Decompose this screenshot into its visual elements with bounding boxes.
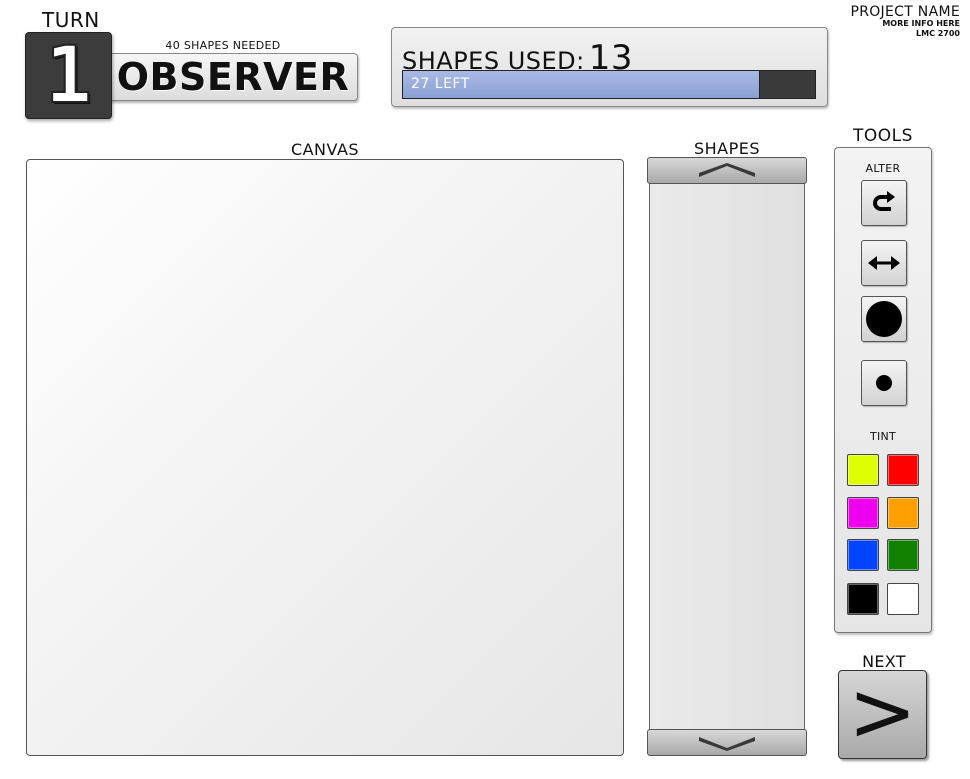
shapes-left-text: 27 LEFT: [411, 76, 470, 92]
role-name: OBSERVER: [116, 55, 350, 99]
shapes-scroll-down-button[interactable]: [647, 729, 807, 756]
turn-number: 1: [44, 30, 93, 121]
project-info-line: MORE INFO HERE: [882, 19, 960, 28]
turn-label: TURN: [42, 8, 100, 32]
canvas-label: CANVAS: [290, 140, 360, 159]
tint-swatch-magenta[interactable]: [847, 497, 879, 529]
large-dot-icon: [866, 301, 902, 337]
shapes-label: SHAPES: [693, 139, 761, 158]
turn-number-box: 1: [25, 32, 112, 119]
rotate-button[interactable]: [861, 180, 907, 226]
chevron-up-icon: [699, 162, 755, 177]
alter-label: ALTER: [865, 162, 901, 175]
shapes-used-panel: SHAPES USED: 13 27 LEFT: [391, 27, 828, 107]
shapes-needed-text: 40 SHAPES NEEDED: [165, 39, 281, 52]
role-panel: OBSERVER: [108, 53, 358, 101]
tint-swatch-red[interactable]: [887, 454, 919, 486]
tint-swatch-orange[interactable]: [887, 497, 919, 529]
enlarge-button[interactable]: [861, 296, 907, 342]
project-info: MORE INFO HERE LMC 2700: [882, 19, 960, 39]
flip-horizontal-icon: [868, 256, 900, 270]
flip-button[interactable]: [861, 240, 907, 286]
shrink-button[interactable]: [861, 360, 907, 406]
tools-label: TOOLS: [853, 126, 913, 146]
next-arrow-icon: >: [848, 664, 917, 760]
tint-swatch-blue[interactable]: [847, 539, 879, 571]
rotate-icon: [873, 191, 895, 211]
shapes-progress-bar: 27 LEFT: [402, 70, 816, 99]
tools-panel: ALTER TINT: [834, 147, 932, 633]
project-course: LMC 2700: [916, 29, 960, 38]
project-name: PROJECT NAME: [850, 4, 960, 20]
tint-swatch-white[interactable]: [887, 583, 919, 615]
tint-swatch-yellow[interactable]: [847, 454, 879, 486]
chevron-down-icon: [699, 736, 755, 751]
shapes-scroll-up-button[interactable]: [647, 157, 807, 184]
drawing-canvas[interactable]: [26, 159, 624, 756]
tint-swatch-black[interactable]: [847, 583, 879, 615]
next-turn-button[interactable]: >: [838, 670, 927, 759]
small-dot-icon: [876, 375, 892, 391]
tint-swatch-green[interactable]: [887, 539, 919, 571]
shapes-list[interactable]: [649, 182, 805, 730]
tint-label: TINT: [869, 430, 897, 443]
